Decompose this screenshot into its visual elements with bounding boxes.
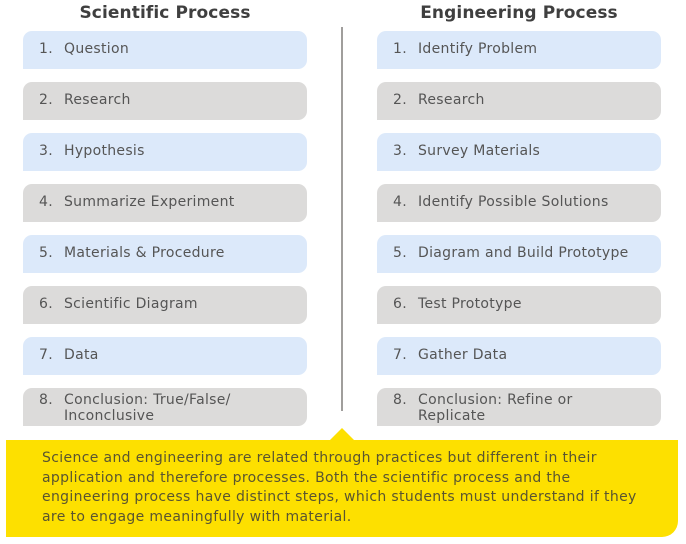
step-number: 6. xyxy=(393,296,407,312)
engineering-process-title: Engineering Process xyxy=(420,3,618,23)
scientific-step-2: 2. Research xyxy=(23,82,307,120)
step-number: 3. xyxy=(393,143,407,159)
step-number: 1. xyxy=(39,41,53,57)
step-label: Summarize Experiment xyxy=(64,194,235,210)
step-label: Gather Data xyxy=(418,347,508,363)
step-number: 7. xyxy=(393,347,407,363)
step-number: 8. xyxy=(393,392,407,408)
step-number: 1. xyxy=(393,41,407,57)
scientific-step-4: 4. Summarize Experiment xyxy=(23,184,307,222)
step-label: Data xyxy=(64,347,99,363)
step-number: 4. xyxy=(393,194,407,210)
summary-callout: Science and engineering are related thro… xyxy=(6,440,678,537)
engineering-step-5: 5. Diagram and Build Prototype xyxy=(377,235,661,273)
engineering-step-7: 7. Gather Data xyxy=(377,337,661,375)
engineering-step-6: 6. Test Prototype xyxy=(377,286,661,324)
step-label: Research xyxy=(64,92,131,108)
step-label: Question xyxy=(64,41,130,57)
engineering-step-4: 4. Identify Possible Solutions xyxy=(377,184,661,222)
scientific-step-5: 5. Materials & Procedure xyxy=(23,235,307,273)
step-label: Conclusion: Refine or Replicate xyxy=(418,392,573,424)
step-label: Hypothesis xyxy=(64,143,145,159)
step-number: 2. xyxy=(393,92,407,108)
engineering-step-2: 2. Research xyxy=(377,82,661,120)
step-label: Identify Possible Solutions xyxy=(418,194,609,210)
step-number: 8. xyxy=(39,392,53,408)
scientific-step-1: 1. Question xyxy=(23,31,307,69)
column-divider xyxy=(341,27,343,411)
step-label: Test Prototype xyxy=(418,296,522,312)
step-number: 3. xyxy=(39,143,53,159)
step-label: Materials & Procedure xyxy=(64,245,225,261)
scientific-step-3: 3. Hypothesis xyxy=(23,133,307,171)
engineering-step-3: 3. Survey Materials xyxy=(377,133,661,171)
step-label: Survey Materials xyxy=(418,143,541,159)
step-label: Diagram and Build Prototype xyxy=(418,245,629,261)
step-label: Research xyxy=(418,92,485,108)
step-number: 2. xyxy=(39,92,53,108)
step-label: Identify Problem xyxy=(418,41,538,57)
step-number: 5. xyxy=(39,245,53,261)
scientific-step-8: 8. Conclusion: True/False/ Inconclusive xyxy=(23,388,307,426)
step-number: 7. xyxy=(39,347,53,363)
step-number: 4. xyxy=(39,194,53,210)
scientific-step-6: 6. Scientific Diagram xyxy=(23,286,307,324)
engineering-step-1: 1. Identify Problem xyxy=(377,31,661,69)
scientific-process-title: Scientific Process xyxy=(79,3,251,23)
step-number: 6. xyxy=(39,296,53,312)
callout-text: Science and engineering are related thro… xyxy=(42,450,637,525)
step-label: Scientific Diagram xyxy=(64,296,198,312)
step-number: 5. xyxy=(393,245,407,261)
step-label: Conclusion: True/False/ Inconclusive xyxy=(64,392,231,424)
engineering-step-8: 8. Conclusion: Refine or Replicate xyxy=(377,388,661,426)
scientific-step-7: 7. Data xyxy=(23,337,307,375)
